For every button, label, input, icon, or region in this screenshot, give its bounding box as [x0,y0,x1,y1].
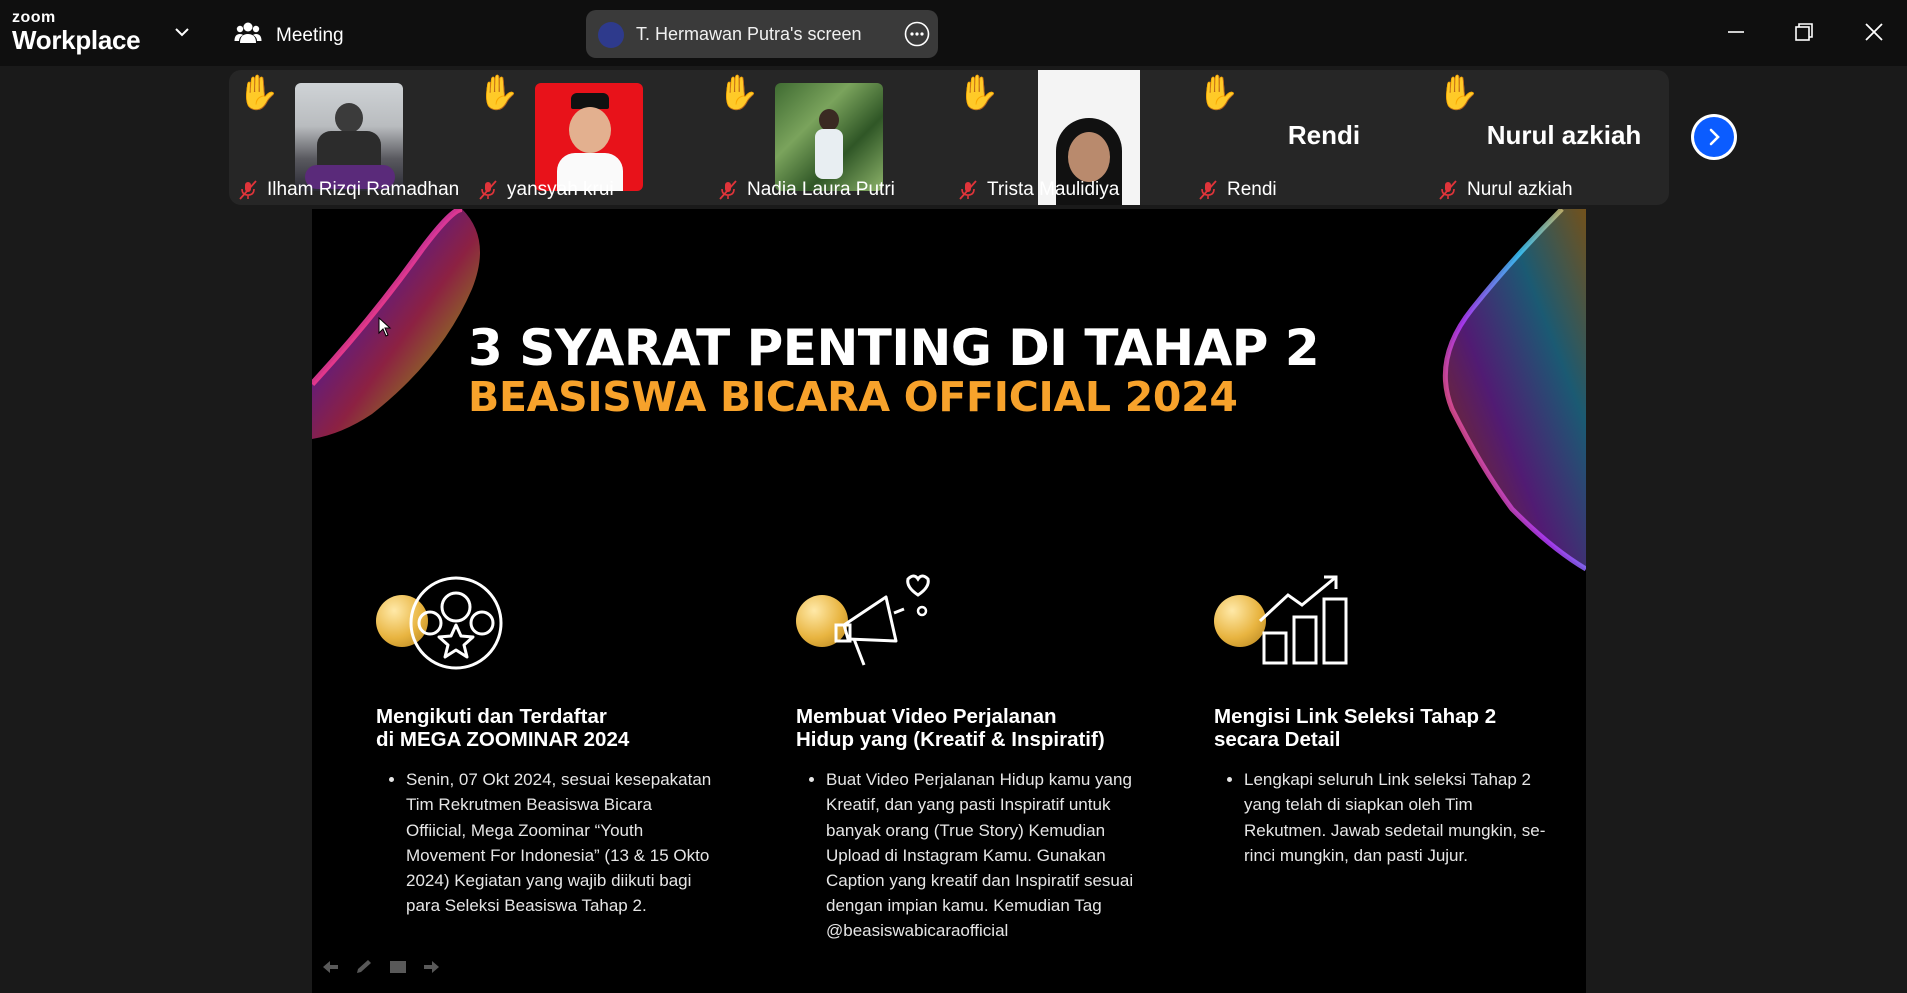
screen-share-indicator[interactable]: T. Hermawan Putra's screen [586,10,938,58]
raised-hand-icon: ✋ [237,74,280,112]
participant-name: Ilham Rizqi Ramadhan [267,179,460,200]
requirement-detail: Lengkapi seluruh Link seleksi Tahap 2 ya… [1244,767,1554,868]
participant-name: yansyah krui [507,179,614,200]
next-page-button[interactable] [1691,114,1737,160]
coins-star-icon [376,573,716,683]
raised-hand-icon: ✋ [717,74,760,112]
requirement-column: Mengikuti dan Terdaftar di MEGA ZOOMINAR… [376,573,716,918]
participant-tile[interactable]: ✋ Ilham Rizqi Ramadhan [229,70,469,205]
participant-label: Nurul azkiah [1437,179,1573,201]
participant-label: Ilham Rizqi Ramadhan [237,179,459,201]
mic-muted-icon [959,180,977,200]
participant-label: Trista Maulidiya [957,179,1119,201]
requirement-heading: Mengisi Link Seleksi Tahap 2 secara Deta… [1214,705,1554,751]
mouse-cursor-icon [378,317,392,337]
megaphone-icon [796,573,1146,683]
mic-muted-icon [719,180,737,200]
slides-icon[interactable] [388,959,408,975]
minimize-button[interactable] [1718,14,1754,50]
requirement-detail: Buat Video Perjalanan Hidup kamu yang Kr… [826,767,1146,943]
participant-video [775,83,883,191]
participants-icon [234,19,262,53]
mic-muted-icon [479,180,497,200]
mic-muted-icon [1439,180,1457,200]
slide-subtitle: BEASISWA BICARA OFFICIAL 2024 [468,373,1238,421]
participant-tile[interactable]: Nurul azkiah ✋ Nurul azkiah [1429,70,1669,205]
participant-label: yansyah krui [477,179,614,201]
more-options-icon[interactable] [904,21,930,47]
shared-screen: 3 SYARAT PENTING DI TAHAP 2 BEASISWA BIC… [312,209,1586,993]
sharer-avatar [598,22,624,48]
raised-hand-icon: ✋ [1197,74,1240,112]
minimize-icon [1728,31,1744,33]
requirement-heading-line1: Membuat Video Perjalanan [796,705,1057,728]
participant-label: Nadia Laura Putri [717,179,895,201]
raised-hand-icon: ✋ [477,74,520,112]
participant-tile[interactable]: Rendi ✋ Rendi [1189,70,1429,205]
close-button[interactable] [1856,14,1892,50]
slide-title: 3 SYARAT PENTING DI TAHAP 2 [468,319,1320,377]
participant-name: Trista Maulidiya [987,179,1120,200]
participant-tile[interactable]: ✋ Nadia Laura Putri [709,70,949,205]
participant-video [295,83,403,191]
raised-hand-icon: ✋ [1437,74,1480,112]
requirement-column: Membuat Video Perjalanan Hidup yang (Kre… [796,573,1146,943]
meeting-label: Meeting [276,25,344,46]
participant-display-name: Nurul azkiah [1486,120,1642,150]
participant-name: Nadia Laura Putri [747,179,895,200]
slide-title-block: 3 SYARAT PENTING DI TAHAP 2 BEASISWA BIC… [468,319,1320,421]
chevron-down-icon[interactable] [172,22,192,42]
requirement-heading: Mengikuti dan Terdaftar di MEGA ZOOMINAR… [376,705,716,751]
pen-icon[interactable] [354,959,374,975]
requirement-heading-line2: di MEGA ZOOMINAR 2024 [376,728,630,752]
restore-button[interactable] [1786,14,1822,50]
participant-label: Rendi [1197,179,1277,201]
participant-video [535,83,643,191]
requirement-heading-line2: Hidup yang (Kreatif & Inspiratif) [796,728,1105,752]
logo-workplace-text: Workplace [12,25,141,55]
participant-strip: ✋ Ilham Rizqi Ramadhan ✋ yansyah krui ✋ … [229,70,1669,205]
logo-zoom-text: zoom [12,9,56,26]
close-icon [1865,23,1883,41]
next-slide-icon[interactable] [422,959,442,975]
participant-tile[interactable]: ✋ Trista Maulidiya [949,70,1189,205]
growth-chart-icon [1214,573,1554,683]
chevron-right-icon [1694,117,1734,157]
mic-muted-icon [239,180,257,200]
zoom-logo: zoom Workplace [12,9,141,55]
mic-muted-icon [1199,180,1217,200]
raised-hand-icon: ✋ [957,74,1000,112]
requirement-heading-line2: secara Detail [1214,728,1341,752]
participant-name: Rendi [1227,179,1277,200]
previous-slide-icon[interactable] [320,959,340,975]
title-bar: zoom Workplace Meeting T. Hermawan Putra… [0,0,1907,66]
participant-display-name: Rendi [1287,120,1361,150]
screen-share-label: T. Hermawan Putra's screen [636,24,862,44]
requirement-heading-line1: Mengikuti dan Terdaftar [376,705,607,728]
requirement-heading: Membuat Video Perjalanan Hidup yang (Kre… [796,705,1146,751]
participant-name: Nurul azkiah [1467,179,1573,200]
restore-icon [1795,23,1813,41]
requirement-column: Mengisi Link Seleksi Tahap 2 secara Deta… [1214,573,1554,868]
requirement-heading-line1: Mengisi Link Seleksi Tahap 2 [1214,705,1497,728]
meeting-menu[interactable]: Meeting [234,19,344,53]
participant-tile[interactable]: ✋ yansyah krui [469,70,709,205]
requirement-detail: Senin, 07 Okt 2024, sesuai kesepakatan T… [406,767,716,918]
presentation-controls [320,959,442,975]
